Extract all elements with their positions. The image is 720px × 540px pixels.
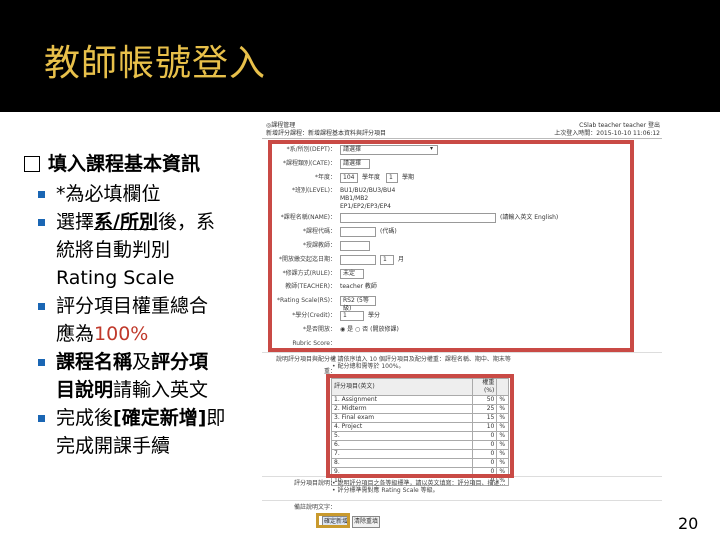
rubric-note-2: • 評分標準需對應 Rating Scale 等級。 xyxy=(332,487,439,494)
screenshot-header-left: ◎課程管理 新增評分課程：新增課程基本資料與評分項目 xyxy=(266,122,387,137)
highlight-basic-info xyxy=(268,140,634,352)
screenshot-panel: ◎課程管理 新增評分課程：新增課程基本資料與評分項目 CSlab teacher… xyxy=(262,120,662,528)
bullet-submit: 完成後[確定新增]即 完成開課手續 xyxy=(24,404,264,460)
divider xyxy=(262,500,662,501)
bullet-dept: 選擇系/所別後，系 統將自動判別 Rating Scale xyxy=(24,208,264,292)
page-number: 20 xyxy=(678,514,699,533)
square-bullet-icon xyxy=(38,219,45,226)
square-bullet-icon xyxy=(38,415,45,422)
bullet-english: 課程名稱及評分項 目說明請輸入英文 xyxy=(24,348,264,404)
bullet-main: 填入課程基本資訊 xyxy=(24,150,264,178)
reset-button[interactable]: 清除重填 xyxy=(352,516,380,528)
bullet-list: 填入課程基本資訊 *為必填欄位 選擇系/所別後，系 統將自動判別 Rating … xyxy=(24,150,264,460)
slide-title: 教師帳號登入 xyxy=(44,43,267,84)
square-bullet-icon xyxy=(38,303,45,310)
scoring-note-2: • 配分總和需等於 100%。 xyxy=(332,363,405,370)
bullet-required: *為必填欄位 xyxy=(24,180,264,208)
scoring-note-1: • 請依序填入 10 個評分項目及配分權重：課程名稱、期中、期末等 xyxy=(332,356,511,363)
divider xyxy=(262,138,662,139)
screenshot-header-right: CSlab teacher teacher 登出 上次登入時間：2015-10-… xyxy=(554,122,660,137)
rubric-note-1: • 說明評分項目之各等級標準，請以英文填寫：評分項目、描述… xyxy=(332,480,506,487)
highlight-submit-button xyxy=(316,513,350,528)
checkbox-bullet-icon xyxy=(24,156,40,172)
highlight-grade-table xyxy=(326,374,514,478)
title-bar: 教師帳號登入 xyxy=(0,0,720,112)
divider xyxy=(262,352,662,353)
square-bullet-icon xyxy=(38,191,45,198)
square-bullet-icon xyxy=(38,359,45,366)
bullet-weight: 評分項目權重總合 應為100% xyxy=(24,292,264,348)
